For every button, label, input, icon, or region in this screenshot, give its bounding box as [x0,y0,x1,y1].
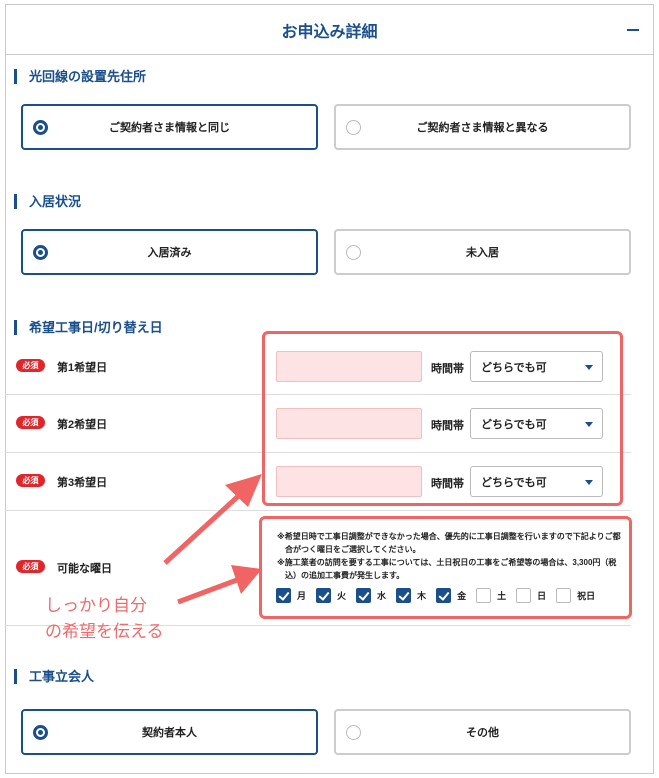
radio-unselected-icon [346,725,361,740]
arrow-line-2 [177,574,246,605]
annotation-line-2: の希望を伝える [45,622,164,641]
radio-selected-icon [33,725,48,740]
radio-witness-contractor[interactable]: 契約者本人 [21,709,318,755]
arrow-line-1 [163,488,247,565]
radio-label: 契約者本人 [142,727,197,739]
annotation-text: しっかり自分 の希望を伝える [45,593,164,645]
section-title-witness: 工事立会人 [14,669,94,684]
annotation-arrows [163,474,262,605]
annotation-line-1: しっかり自分 [45,596,147,615]
radio-label: その他 [466,727,499,739]
radio-witness-other[interactable]: その他 [334,709,631,755]
